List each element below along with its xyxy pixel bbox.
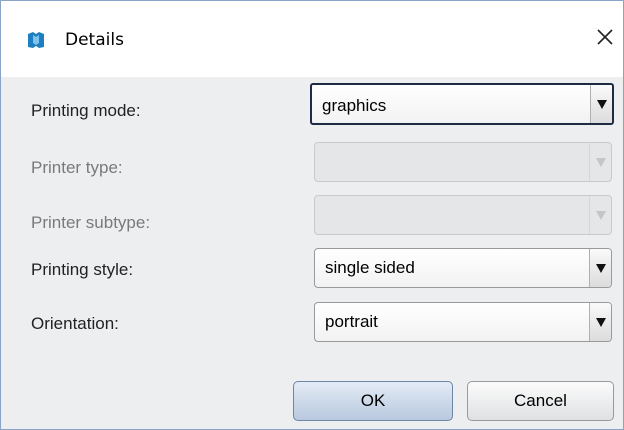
printing-mode-select[interactable]: graphics [310, 83, 614, 125]
printer-app-icon [27, 31, 45, 49]
ok-button[interactable]: OK [293, 381, 453, 421]
printing-mode-label: Printing mode: [31, 101, 141, 120]
printer-subtype-label: Printer subtype: [31, 213, 151, 232]
chevron-down-icon [589, 196, 611, 234]
dialog-body: Printing mode: graphics Printer type: Pr… [1, 77, 623, 429]
cancel-button[interactable]: Cancel [467, 381, 614, 421]
printing-style-value: single sided [325, 258, 415, 277]
printing-style-select[interactable]: single sided [314, 248, 612, 288]
title-bar: Details [1, 1, 623, 77]
chevron-down-icon[interactable] [589, 303, 611, 341]
orientation-label: Orientation: [31, 314, 119, 333]
orientation-value: portrait [325, 312, 378, 331]
printing-mode-value: graphics [322, 96, 387, 115]
printer-type-label: Printer type: [31, 158, 123, 177]
orientation-select[interactable]: portrait [314, 302, 612, 342]
printing-style-label: Printing style: [31, 260, 134, 279]
chevron-down-icon[interactable] [590, 85, 612, 123]
details-dialog: Details Printing mode: graphics Printer … [0, 0, 624, 430]
window-title: Details [65, 30, 124, 50]
printer-type-select[interactable] [314, 142, 612, 182]
chevron-down-icon [589, 143, 611, 181]
printer-subtype-select[interactable] [314, 195, 612, 235]
chevron-down-icon[interactable] [589, 249, 611, 287]
close-icon[interactable] [593, 25, 617, 49]
